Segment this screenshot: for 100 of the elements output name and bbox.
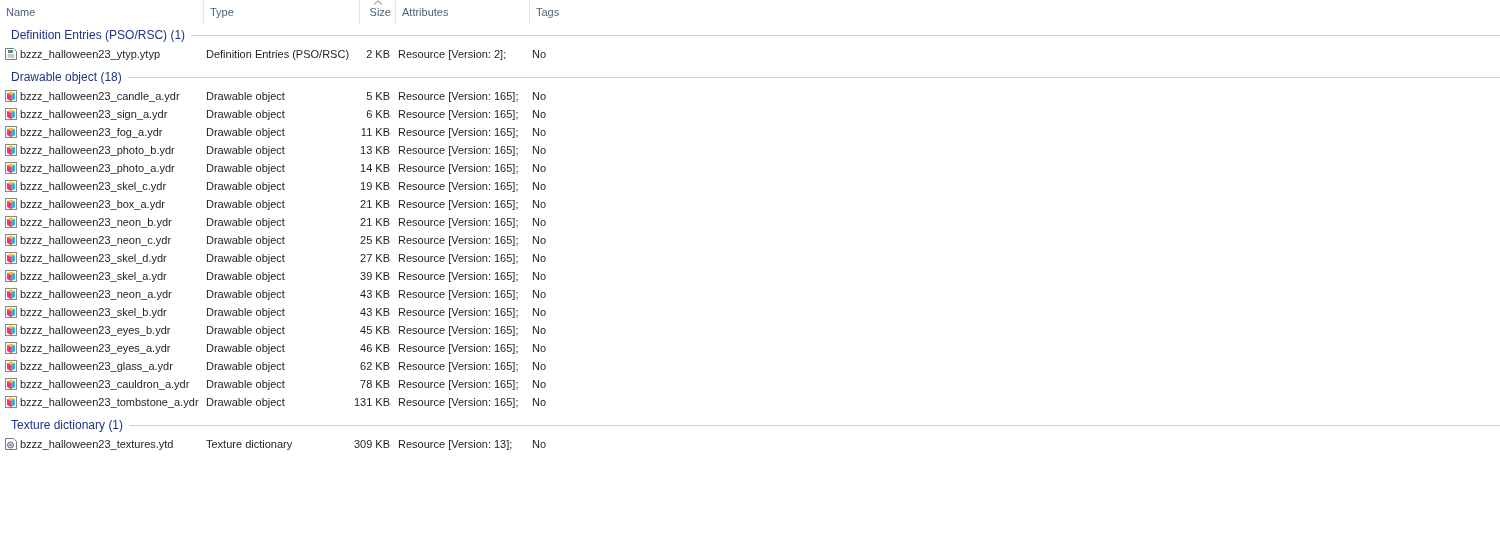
type-cell-text: Drawable object xyxy=(205,90,285,102)
attributes-cell-text: Resource [Version: 165]; xyxy=(397,126,519,138)
size-cell-text: 78 KB xyxy=(360,378,391,390)
cube-icon xyxy=(4,107,18,121)
file-name[interactable]: bzzz_halloween23_neon_b.ydr xyxy=(20,216,172,228)
type-cell-text: Drawable object xyxy=(205,378,285,390)
size-cell-text: 5 KB xyxy=(366,90,391,102)
file-name[interactable]: bzzz_halloween23_textures.ytd xyxy=(20,438,174,450)
tags-cell-text: No xyxy=(531,162,547,174)
file-name[interactable]: bzzz_halloween23_fog_a.ydr xyxy=(20,126,163,138)
column-header[interactable]: Type xyxy=(204,0,360,24)
file-name[interactable]: bzzz_halloween23_sign_a.ydr xyxy=(20,108,168,120)
attributes-cell-text: Resource [Version: 165]; xyxy=(397,216,519,228)
type-cell-text: Drawable object xyxy=(205,306,285,318)
attributes-cell-text: Resource [Version: 2]; xyxy=(397,48,507,60)
file-name[interactable]: bzzz_halloween23_skel_a.ydr xyxy=(20,270,167,282)
tags-cell-text: No xyxy=(531,378,547,390)
file-name[interactable]: bzzz_halloween23_box_a.ydr xyxy=(20,198,165,210)
file-name[interactable]: bzzz_halloween23_skel_c.ydr xyxy=(20,180,167,192)
type-cell-text: Definition Entries (PSO/RSC) xyxy=(205,48,350,60)
file-name[interactable]: bzzz_halloween23_glass_a.ydr xyxy=(20,360,173,372)
group-header[interactable]: Definition Entries (PSO/RSC) (1) xyxy=(11,28,186,42)
column-header[interactable]: Size xyxy=(360,0,396,24)
file-name[interactable]: bzzz_halloween23_candle_a.ydr xyxy=(20,90,180,102)
cube-icon xyxy=(4,179,18,193)
type-cell-text: Drawable object xyxy=(205,108,285,120)
file-name[interactable]: bzzz_halloween23_photo_a.ydr xyxy=(20,162,175,174)
cube-icon xyxy=(4,341,18,355)
tags-cell-text: No xyxy=(531,360,547,372)
size-cell-text: 6 KB xyxy=(366,108,391,120)
attributes-cell-text: Resource [Version: 165]; xyxy=(397,144,519,156)
attributes-cell-text: Resource [Version: 165]; xyxy=(397,270,519,282)
sort-caret-icon xyxy=(373,0,382,5)
tags-cell-text: No xyxy=(531,288,547,300)
group-header[interactable]: Drawable object (18) xyxy=(11,70,122,84)
size-cell-text: 14 KB xyxy=(360,162,391,174)
file-name[interactable]: bzzz_halloween23_eyes_a.ydr xyxy=(20,342,171,354)
type-cell-text: Drawable object xyxy=(205,288,285,300)
type-cell-text: Drawable object xyxy=(205,252,285,264)
file-name[interactable]: bzzz_halloween23_photo_b.ydr xyxy=(20,144,175,156)
column-header[interactable]: Attributes xyxy=(396,0,530,24)
file-name[interactable]: bzzz_halloween23_eyes_b.ydr xyxy=(20,324,171,336)
tags-cell-text: No xyxy=(531,144,547,156)
attributes-cell-text: Resource [Version: 165]; xyxy=(397,306,519,318)
size-cell-text: 21 KB xyxy=(360,216,391,228)
type-cell-text: Drawable object xyxy=(205,180,285,192)
group-header[interactable]: Texture dictionary (1) xyxy=(11,418,124,432)
column-header[interactable]: Name xyxy=(0,0,204,24)
size-cell-text: 21 KB xyxy=(360,198,391,210)
attributes-cell-text: Resource [Version: 165]; xyxy=(397,108,519,120)
tags-cell-text: No xyxy=(531,48,547,60)
attributes-cell-text: Resource [Version: 165]; xyxy=(397,288,519,300)
file-name[interactable]: bzzz_halloween23_tombstone_a.ydr xyxy=(20,396,199,408)
file-name[interactable]: bzzz_halloween23_ytyp.ytyp xyxy=(20,48,161,60)
cube-icon xyxy=(4,287,18,301)
cube-icon xyxy=(4,395,18,409)
file-name[interactable]: bzzz_halloween23_neon_a.ydr xyxy=(20,288,172,300)
cube-icon xyxy=(4,269,18,283)
tags-cell-text: No xyxy=(531,342,547,354)
column-header[interactable]: Tags xyxy=(530,0,1500,24)
tags-cell-text: No xyxy=(531,270,547,282)
file-name[interactable]: bzzz_halloween23_skel_b.ydr xyxy=(20,306,167,318)
type-cell-text: Drawable object xyxy=(205,198,285,210)
attributes-cell-text: Resource [Version: 165]; xyxy=(397,162,519,174)
type-cell-text: Drawable object xyxy=(205,342,285,354)
attributes-cell-text: Resource [Version: 165]; xyxy=(397,198,519,210)
cube-icon xyxy=(4,359,18,373)
attributes-cell-text: Resource [Version: 165]; xyxy=(397,342,519,354)
attributes-cell-text: Resource [Version: 13]; xyxy=(397,438,513,450)
document-icon xyxy=(4,47,18,61)
size-cell-text: 11 KB xyxy=(360,126,391,138)
cube-icon xyxy=(4,89,18,103)
file-name[interactable]: bzzz_halloween23_skel_d.ydr xyxy=(20,252,167,264)
cube-icon xyxy=(4,233,18,247)
file-name[interactable]: bzzz_halloween23_cauldron_a.ydr xyxy=(20,378,190,390)
tags-cell-text: No xyxy=(531,90,547,102)
attributes-cell-text: Resource [Version: 165]; xyxy=(397,180,519,192)
type-cell-text: Drawable object xyxy=(205,144,285,156)
type-cell-text: Drawable object xyxy=(205,270,285,282)
tags-cell-text: No xyxy=(531,216,547,228)
attributes-cell-text: Resource [Version: 165]; xyxy=(397,396,519,408)
cube-icon xyxy=(4,215,18,229)
size-cell-text: 62 KB xyxy=(360,360,391,372)
tags-cell-text: No xyxy=(531,126,547,138)
type-cell-text: Drawable object xyxy=(205,126,285,138)
cube-icon xyxy=(4,377,18,391)
size-cell-text: 25 KB xyxy=(360,234,391,246)
size-cell-text: 46 KB xyxy=(360,342,391,354)
attributes-cell-text: Resource [Version: 165]; xyxy=(397,234,519,246)
texture-file-icon xyxy=(4,437,18,451)
file-name[interactable]: bzzz_halloween23_neon_c.ydr xyxy=(20,234,172,246)
type-cell-text: Drawable object xyxy=(205,234,285,246)
tags-cell-text: No xyxy=(531,180,547,192)
size-cell-text: 27 KB xyxy=(360,252,391,264)
size-cell-text: 45 KB xyxy=(360,324,391,336)
size-cell-text: 43 KB xyxy=(360,306,391,318)
tags-cell-text: No xyxy=(531,234,547,246)
type-cell-text: Drawable object xyxy=(205,324,285,336)
cube-icon xyxy=(4,197,18,211)
type-cell-text: Drawable object xyxy=(205,216,285,228)
